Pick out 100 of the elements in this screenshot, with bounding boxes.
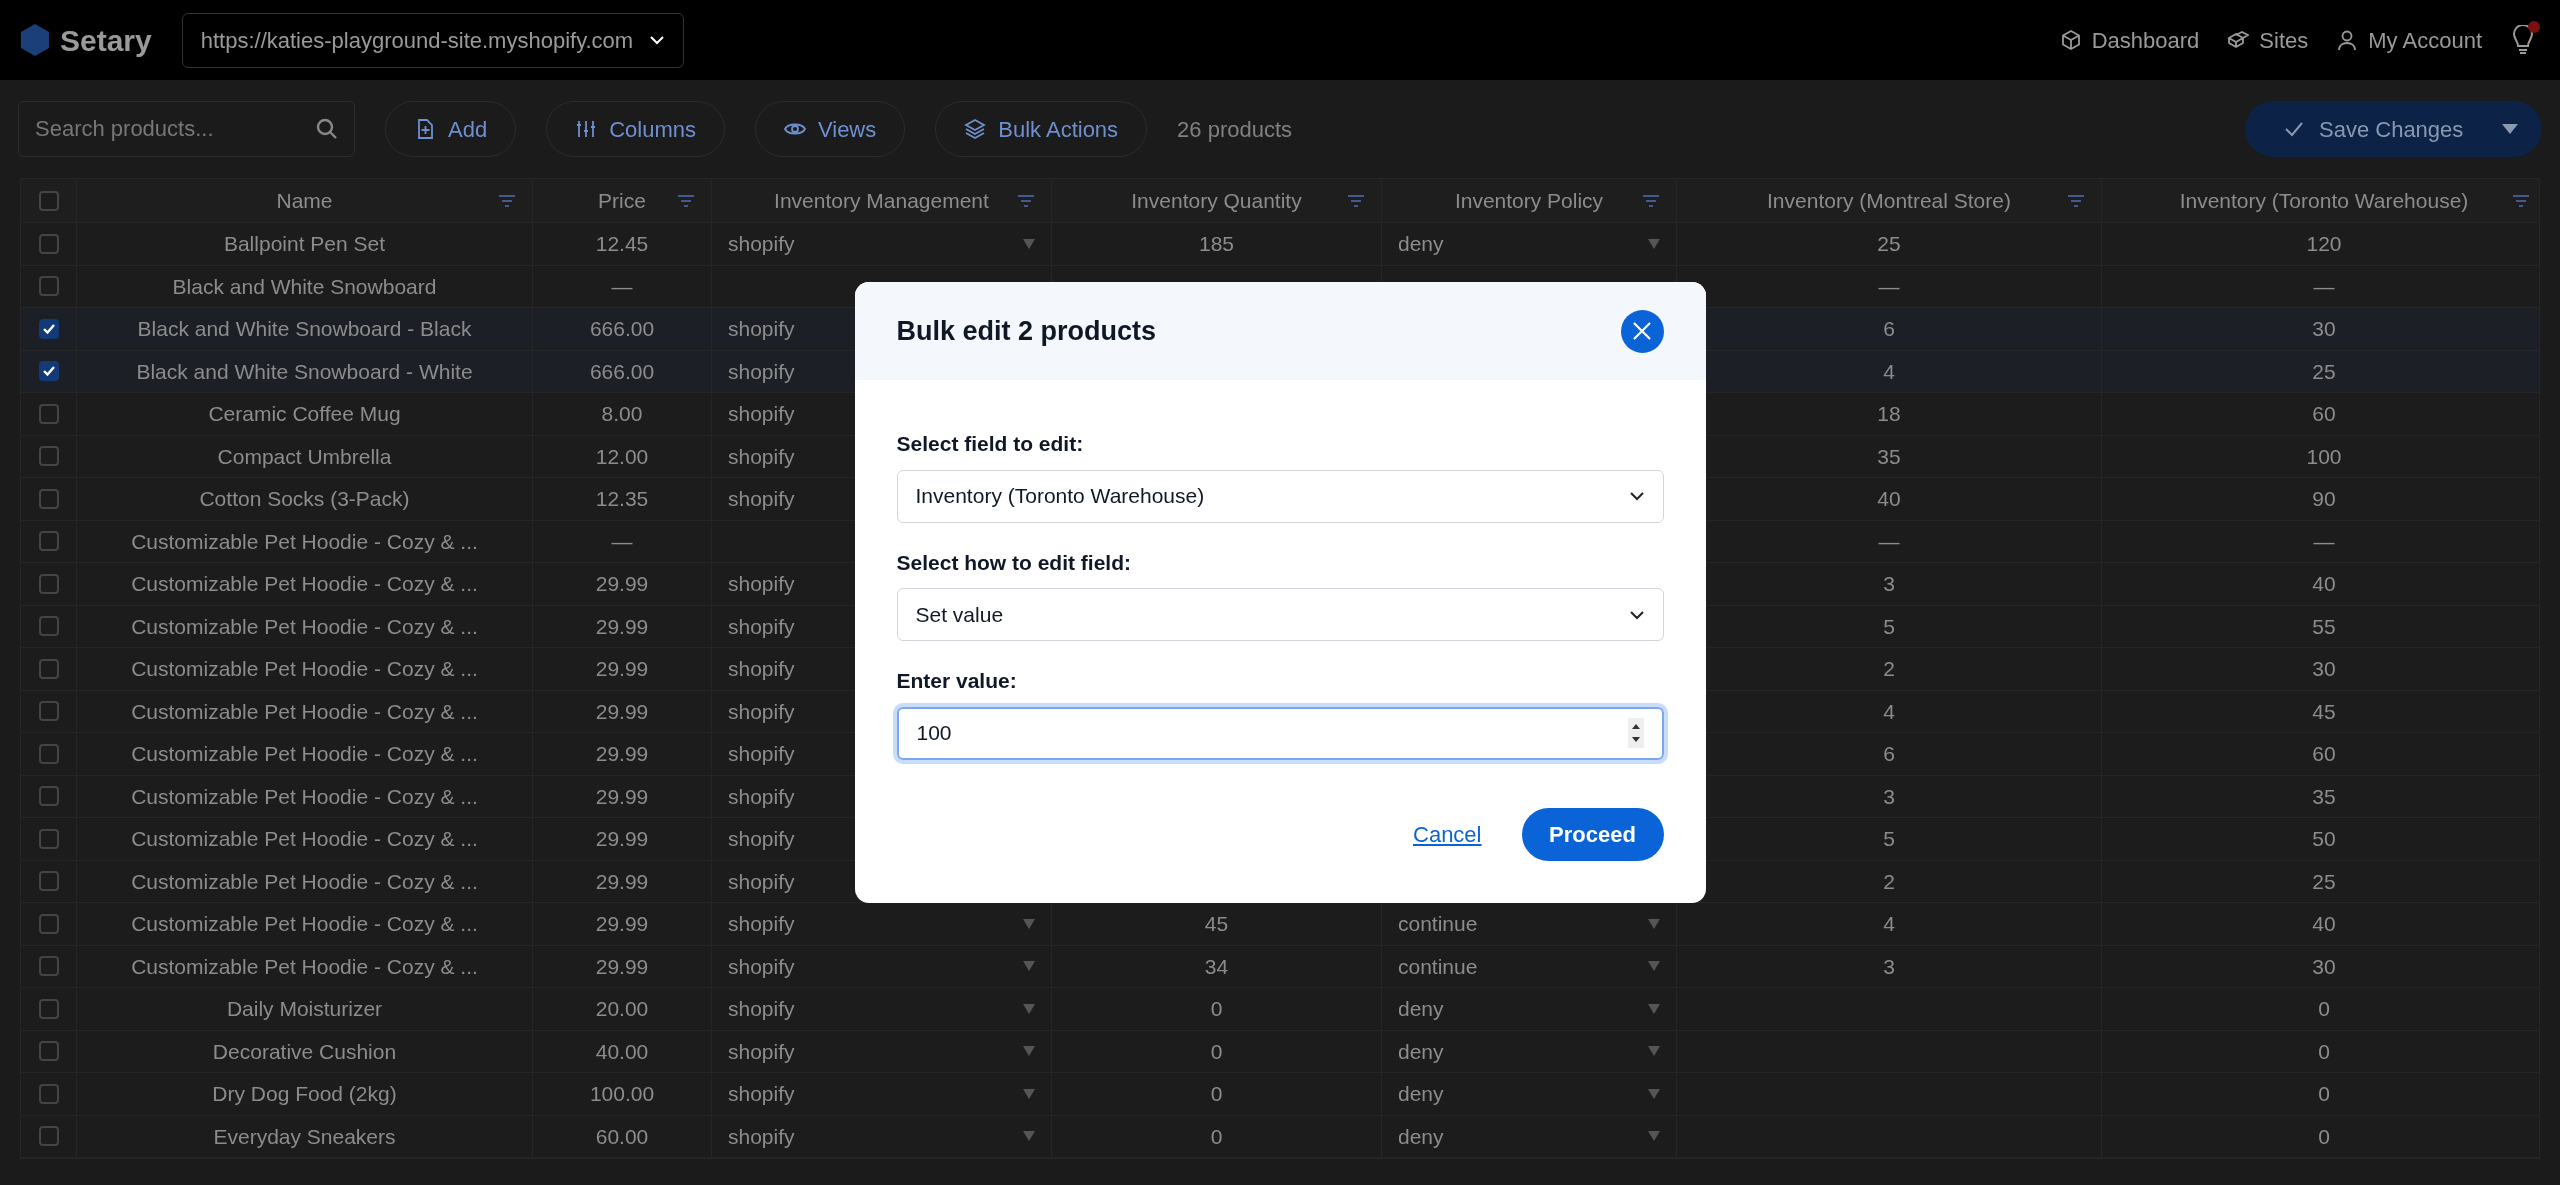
table-cell-text: 100.00	[589, 1081, 655, 1107]
app-logo[interactable]: Setary	[60, 17, 152, 63]
table-cell-text: 60	[2312, 401, 2336, 427]
dropdown-arrow-icon[interactable]	[1023, 918, 1035, 929]
dropdown-arrow-icon[interactable]	[1648, 1131, 1660, 1142]
filter-icon[interactable]	[1017, 193, 1035, 208]
dropdown-arrow-icon[interactable]	[1023, 238, 1035, 249]
checkbox[interactable]	[38, 1083, 59, 1104]
checkbox[interactable]	[38, 828, 59, 849]
table-cell-text: 100	[2306, 443, 2342, 470]
dropdown-arrow-icon[interactable]	[1648, 1088, 1660, 1099]
table-cell-text: shopify	[728, 1081, 795, 1107]
table-cell-text: 3	[1883, 953, 1895, 980]
table-cell-text: 0	[2318, 1123, 2330, 1150]
table-cell-text: 3	[1883, 571, 1895, 597]
checkbox[interactable]	[38, 616, 59, 637]
table-cell-text: 29.99	[595, 656, 649, 682]
checkbox[interactable]	[38, 403, 59, 424]
field-label: Enter value:	[896, 668, 1018, 694]
table-cell-text: Everyday Sneakers	[213, 1123, 396, 1150]
checkbox[interactable]	[38, 701, 59, 722]
table-cell-text: 4	[1883, 911, 1895, 937]
table-cell-text: continue	[1398, 953, 1478, 980]
site-dropdown[interactable]: https://katies-playground-site.myshopify.com	[181, 12, 685, 68]
dropdown-arrow-icon[interactable]	[1023, 1088, 1035, 1099]
checkbox[interactable]	[38, 233, 59, 254]
table-cell-text: Ballpoint Pen Set	[223, 231, 386, 257]
column-header[interactable]: Inventory (Toronto Warehouse)	[2179, 184, 2469, 217]
checkbox[interactable]	[38, 446, 59, 467]
logo-icon	[20, 23, 50, 57]
table-cell-text: 25	[1877, 231, 1901, 257]
dropdown-arrow-icon[interactable]	[1648, 1003, 1660, 1014]
filter-icon[interactable]	[1642, 193, 1660, 208]
checkbox[interactable]	[38, 786, 59, 807]
table-cell-text: 60	[2312, 741, 2336, 767]
column-header[interactable]: Inventory Quantity	[1131, 184, 1302, 217]
filter-icon[interactable]	[1347, 193, 1365, 208]
checkbox[interactable]	[38, 871, 59, 892]
dropdown-arrow-icon[interactable]	[1648, 238, 1660, 249]
column-header[interactable]: Name	[276, 184, 333, 217]
filter-icon[interactable]	[2067, 193, 2085, 208]
search-field[interactable]: Search products...	[18, 101, 355, 157]
checkbox[interactable]	[38, 276, 59, 297]
bulb-icon[interactable]	[2512, 25, 2534, 55]
dropdown-arrow-icon[interactable]	[1648, 1046, 1660, 1057]
dropdown-arrow-icon[interactable]	[1648, 918, 1660, 929]
cancel-link[interactable]: Cancel	[1413, 818, 1482, 851]
dropdown-arrow-icon[interactable]	[1023, 1046, 1035, 1057]
checkbox[interactable]	[38, 913, 59, 934]
filter-icon[interactable]	[677, 193, 695, 208]
table-cell-text: 25	[2312, 868, 2336, 895]
column-header[interactable]: Inventory Policy	[1454, 184, 1604, 217]
table-cell-text: shopify	[728, 316, 795, 342]
table-cell-text: 30	[2312, 656, 2336, 682]
checkbox[interactable]	[38, 956, 59, 977]
table-cell-text: shopify	[728, 996, 795, 1022]
table-cell-text: 29.99	[595, 868, 649, 895]
product-count: 26 products	[1177, 115, 1293, 144]
column-header[interactable]: Inventory (Montreal Store)	[1767, 184, 2011, 217]
table-cell-text: 45	[1204, 911, 1229, 937]
checkbox[interactable]	[38, 573, 59, 594]
save-changes-button[interactable]: Save Changes	[2245, 101, 2542, 157]
table-cell-text: Black and White Snowboard	[172, 273, 437, 300]
checkbox[interactable]	[38, 1126, 59, 1147]
table-cell-text: 6	[1883, 316, 1895, 342]
select-field[interactable]: Set value	[896, 588, 1664, 641]
dropdown-arrow-icon[interactable]	[1023, 1003, 1035, 1014]
table-cell-text: shopify	[728, 783, 795, 810]
checkbox[interactable]	[38, 190, 59, 211]
caret-icon[interactable]	[2502, 124, 2518, 134]
nav-link[interactable]: My Account	[2336, 23, 2482, 57]
nav-link[interactable]: Dashboard	[2059, 23, 2200, 57]
dropdown-arrow-icon[interactable]	[1023, 961, 1035, 972]
table-cell-text: 55	[2312, 613, 2336, 640]
table-cell-text: Black and White Snowboard - Black	[137, 316, 472, 342]
column-header[interactable]: Price	[598, 184, 646, 217]
spinner-icon[interactable]	[1627, 718, 1644, 748]
table-cell-text: Cotton Socks (3-Pack)	[199, 486, 410, 512]
checkbox[interactable]	[38, 531, 59, 552]
column-header[interactable]: Inventory Management	[774, 184, 989, 217]
table-cell-text: 666.00	[589, 316, 655, 342]
checkbox[interactable]	[38, 488, 59, 509]
table-cell-text: Customizable Pet Hoodie - Cozy & ...	[131, 826, 478, 852]
dropdown-arrow-icon[interactable]	[1648, 961, 1660, 972]
filter-icon[interactable]	[2512, 193, 2530, 208]
select-field[interactable]: Inventory (Toronto Warehouse)	[896, 469, 1664, 523]
table-cell-text: 12.00	[595, 443, 649, 470]
checkbox[interactable]	[38, 361, 59, 382]
proceed-button[interactable]: Proceed	[1521, 808, 1664, 861]
filter-icon[interactable]	[498, 193, 516, 208]
nav-link[interactable]: Sites	[2227, 23, 2309, 57]
checkbox[interactable]	[38, 1041, 59, 1062]
dropdown-arrow-icon[interactable]	[1023, 1131, 1035, 1142]
checkbox[interactable]	[38, 658, 59, 679]
close-button[interactable]	[1620, 309, 1664, 353]
checkbox[interactable]	[38, 998, 59, 1019]
table-cell-text: 2	[1883, 868, 1895, 895]
checkbox[interactable]	[38, 318, 59, 339]
checkbox[interactable]	[38, 743, 59, 764]
table-cell-text: shopify	[728, 826, 795, 852]
